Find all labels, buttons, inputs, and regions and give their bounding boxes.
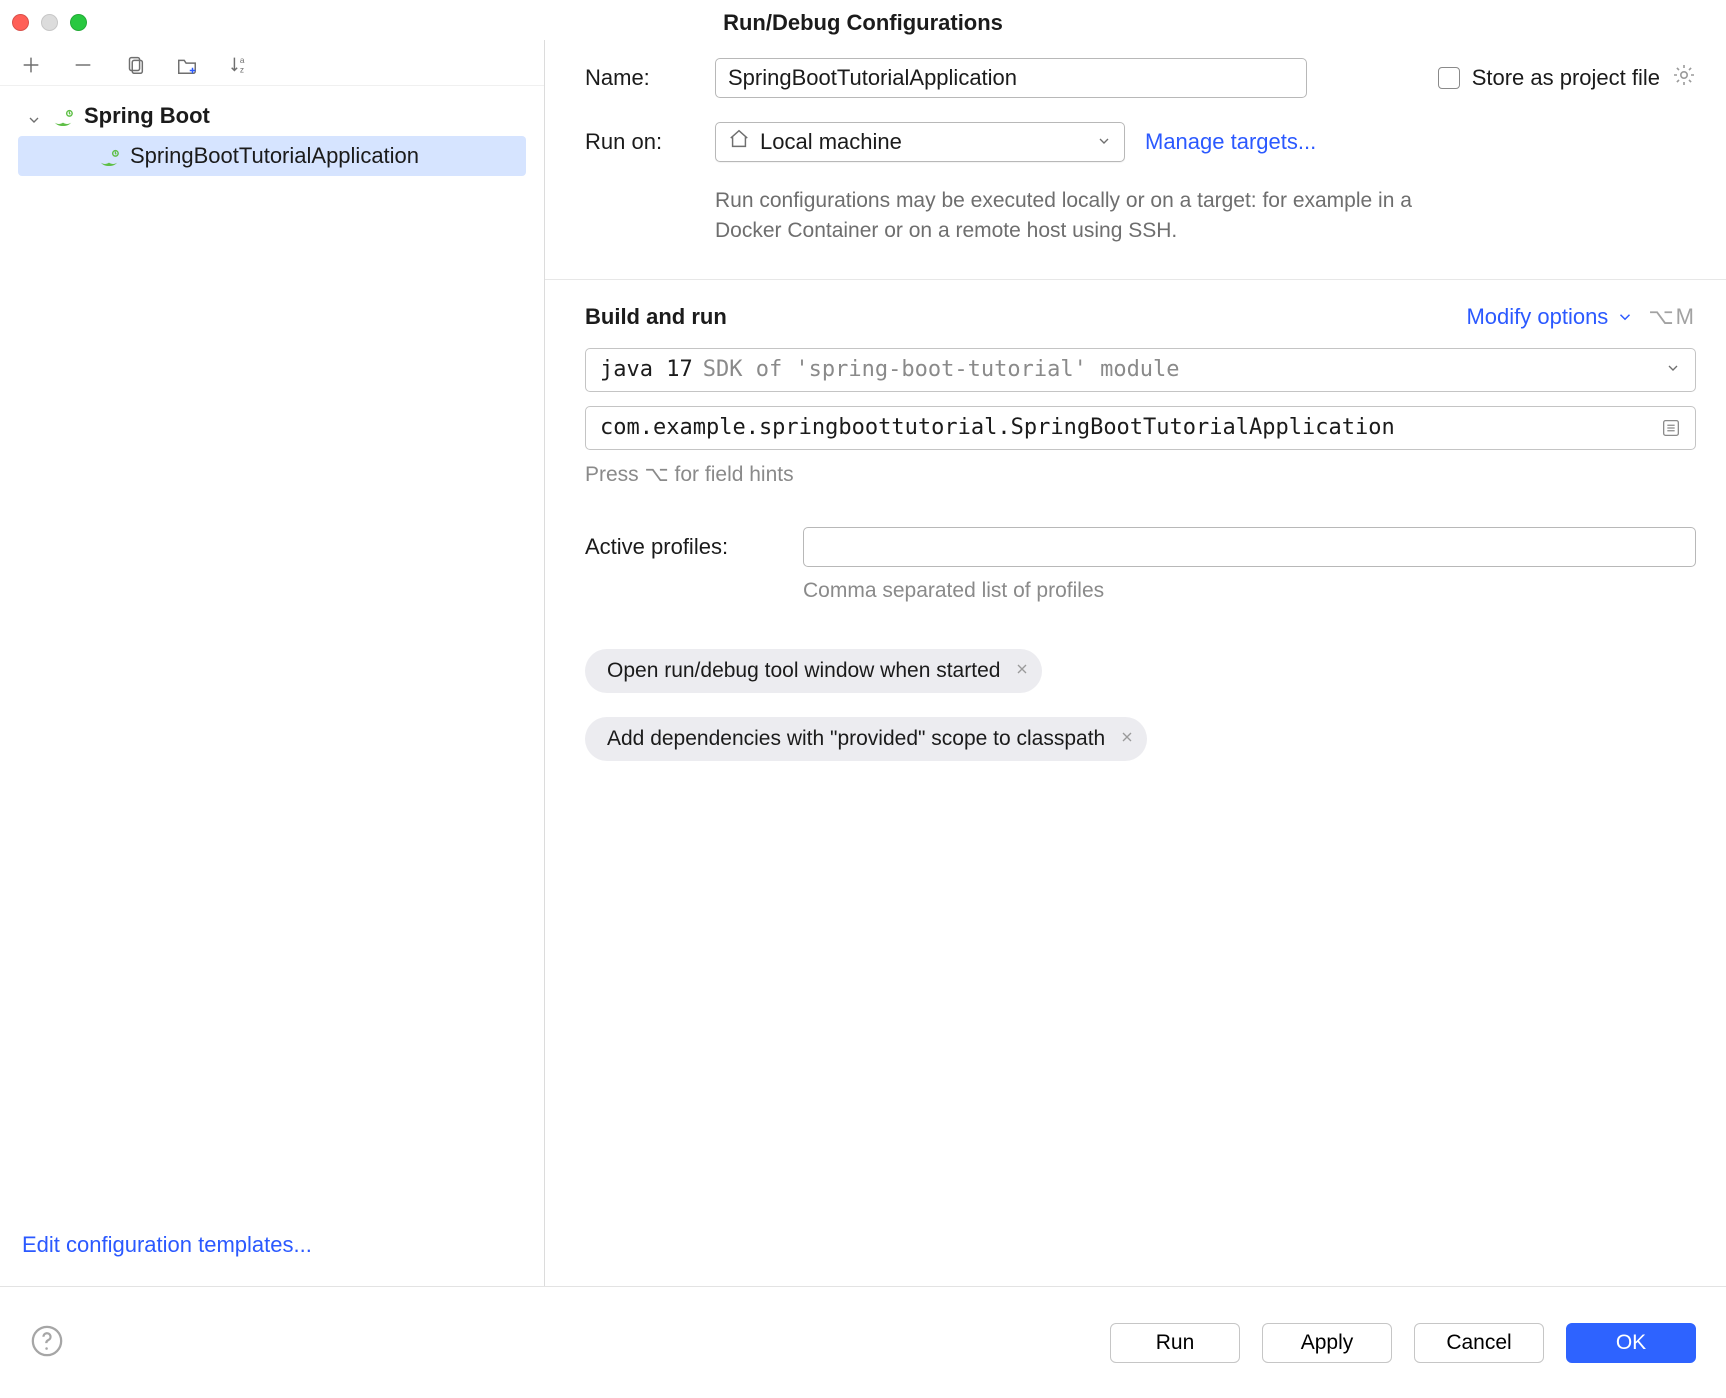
- sdk-primary-text: java 17: [600, 357, 693, 382]
- ok-button[interactable]: OK: [1566, 1323, 1696, 1363]
- sdk-secondary-text: SDK of 'spring-boot-tutorial' module: [703, 357, 1180, 382]
- run-on-select[interactable]: Local machine: [715, 122, 1125, 162]
- chip-open-tool-window[interactable]: Open run/debug tool window when started: [585, 649, 1042, 693]
- modify-options-link[interactable]: Modify options: [1466, 304, 1634, 330]
- active-profiles-label: Active profiles:: [585, 534, 781, 560]
- run-on-hint: Run configurations may be executed local…: [715, 186, 1435, 247]
- copy-config-button[interactable]: [122, 52, 148, 78]
- close-icon[interactable]: [1119, 727, 1135, 751]
- main-class-field[interactable]: com.example.springboottutorial.SpringBoo…: [585, 406, 1696, 450]
- apply-button[interactable]: Apply: [1262, 1323, 1392, 1363]
- options-chips: Open run/debug tool window when started …: [585, 649, 1696, 761]
- run-button[interactable]: Run: [1110, 1323, 1240, 1363]
- modify-options-shortcut: ⌥M: [1648, 304, 1696, 330]
- svg-text:a: a: [240, 56, 245, 65]
- active-profiles-input[interactable]: [803, 527, 1696, 567]
- main-class-value: com.example.springboottutorial.SpringBoo…: [600, 415, 1395, 440]
- modify-options-label: Modify options: [1466, 304, 1608, 330]
- window-title: Run/Debug Configurations: [0, 10, 1726, 36]
- remove-config-button[interactable]: [70, 52, 96, 78]
- sidebar: az Spring Boot SpringBootTutorialApplica…: [0, 40, 545, 1286]
- tree-item-springboottutorialapplication[interactable]: SpringBootTutorialApplication: [18, 136, 526, 176]
- sort-button[interactable]: az: [226, 52, 252, 78]
- chip-label: Open run/debug tool window when started: [607, 659, 1000, 683]
- build-and-run-title: Build and run: [585, 304, 727, 330]
- store-checkbox[interactable]: [1438, 67, 1460, 89]
- run-on-value: Local machine: [760, 129, 902, 155]
- content: Name: Store as project file Run on: Loca…: [545, 40, 1726, 1286]
- spring-boot-icon: [98, 147, 120, 165]
- chip-label: Add dependencies with "provided" scope t…: [607, 727, 1105, 751]
- run-on-label: Run on:: [585, 129, 695, 155]
- store-label: Store as project file: [1472, 65, 1660, 91]
- browse-class-icon[interactable]: [1657, 414, 1685, 442]
- cancel-button[interactable]: Cancel: [1414, 1323, 1544, 1363]
- add-config-button[interactable]: [18, 52, 44, 78]
- store-as-project-file[interactable]: Store as project file: [1438, 63, 1696, 93]
- dialog-footer: Run Apply Cancel OK: [0, 1286, 1726, 1398]
- save-folder-button[interactable]: [174, 52, 200, 78]
- manage-targets-link[interactable]: Manage targets...: [1145, 129, 1316, 155]
- section-separator: [545, 279, 1726, 280]
- tree-group-spring-boot[interactable]: Spring Boot: [0, 96, 544, 136]
- house-icon: [728, 128, 750, 156]
- titlebar: Run/Debug Configurations: [0, 0, 1726, 40]
- sdk-select[interactable]: java 17 SDK of 'spring-boot-tutorial' mo…: [585, 348, 1696, 392]
- edit-templates-link[interactable]: Edit configuration templates...: [22, 1232, 312, 1257]
- chip-provided-scope[interactable]: Add dependencies with "provided" scope t…: [585, 717, 1147, 761]
- help-icon[interactable]: [30, 1324, 64, 1361]
- chevron-down-icon: [1096, 129, 1112, 155]
- name-input[interactable]: [715, 58, 1307, 98]
- spring-boot-icon: [52, 107, 74, 125]
- chevron-down-icon: [26, 108, 42, 124]
- close-icon[interactable]: [1014, 659, 1030, 683]
- tree-group-label: Spring Boot: [84, 103, 210, 129]
- svg-text:z: z: [240, 65, 244, 74]
- field-hints-text: Press ⌥ for field hints: [585, 462, 1696, 487]
- config-tree: Spring Boot SpringBootTutorialApplicatio…: [0, 86, 544, 176]
- tree-item-label: SpringBootTutorialApplication: [130, 143, 419, 169]
- gear-icon[interactable]: [1672, 63, 1696, 93]
- active-profiles-help: Comma separated list of profiles: [803, 579, 1696, 603]
- sidebar-toolbar: az: [0, 40, 544, 86]
- chevron-down-icon: [1665, 360, 1681, 379]
- name-label: Name:: [585, 65, 695, 91]
